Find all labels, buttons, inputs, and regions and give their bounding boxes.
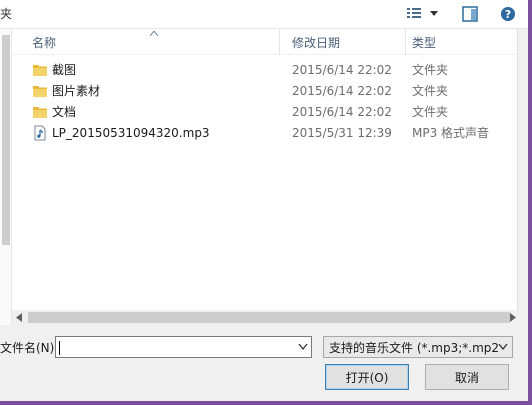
filetype-dropdown-button[interactable] [494,338,512,356]
svg-text:?: ? [505,8,511,21]
file-date: 2015/6/14 22:02 [292,84,392,98]
filename-label: 文件名(N): [0,341,59,355]
list-item[interactable]: LP_20150531094320.mp3 2015/5/31 12:39 MP… [12,123,517,144]
file-name: 图片素材 [52,84,101,98]
file-date: 2015/6/14 22:02 [292,63,392,77]
navigation-pane[interactable] [0,29,12,325]
chevron-down-icon [498,344,508,350]
audio-file-icon [34,125,46,141]
toolbar-label: 夹 [0,7,13,21]
window-frame-right [528,0,532,405]
preview-pane-icon [462,6,478,22]
folder-icon [33,107,47,118]
view-options-button[interactable] [404,4,424,24]
open-button[interactable]: 打开(O) [325,364,409,390]
cancel-button-label: 取消 [454,370,479,385]
file-name: 文档 [52,105,77,119]
column-header-name[interactable]: 名称 [12,29,280,55]
filetype-select[interactable]: 支持的音乐文件 (*.mp3;*.mp2 [323,336,513,358]
column-header-type[interactable]: 类型 [406,29,517,55]
filename-history-button[interactable] [293,337,313,357]
column-header-name-label: 名称 [32,35,57,50]
sort-ascending-icon [150,31,158,36]
horizontal-scrollbar-thumb[interactable] [28,312,510,323]
view-dropdown-button[interactable] [427,4,441,24]
filename-input[interactable] [55,336,312,358]
filetype-selected-value: 支持的音乐文件 (*.mp3;*.mp2 [329,340,500,355]
preview-pane-button[interactable] [459,4,481,24]
file-name: LP_20150531094320.mp3 [52,126,210,140]
toolbar: 夹 ? [0,0,532,29]
file-type: MP3 格式声音 [412,126,490,140]
column-header-date-label: 修改日期 [292,35,341,50]
help-button[interactable]: ? [497,4,519,24]
text-caret [59,341,60,355]
chevron-down-icon [430,11,438,16]
file-name: 截图 [52,63,77,77]
file-type: 文件夹 [412,105,449,119]
window-frame-bottom [0,401,532,405]
list-item[interactable]: 图片素材 2015/6/14 22:02 文件夹 [12,81,517,102]
list-view-icon [407,8,421,18]
file-date: 2015/5/31 12:39 [292,126,392,140]
list-item[interactable]: 截图 2015/6/14 22:02 文件夹 [12,60,517,81]
help-icon: ? [501,7,515,21]
file-list[interactable]: 名称 修改日期 类型 截图 2015/6/14 22:02 文件夹 图片素材 2… [12,29,517,310]
file-date: 2015/6/14 22:02 [292,105,392,119]
file-type: 文件夹 [412,84,449,98]
navigation-scrollbar-thumb[interactable] [2,35,10,245]
folder-icon [33,65,47,76]
column-header-date[interactable]: 修改日期 [280,29,406,55]
horizontal-scrollbar[interactable] [12,310,517,325]
file-type: 文件夹 [412,63,449,77]
chevron-down-icon [298,344,308,350]
scroll-left-icon[interactable] [15,313,23,322]
cancel-button[interactable]: 取消 [425,364,509,390]
open-button-label: 打开(O) [345,370,389,385]
column-header-type-label: 类型 [412,35,437,50]
column-header-row: 名称 修改日期 类型 [12,29,517,55]
scroll-right-icon[interactable] [509,313,517,322]
folder-icon [33,86,47,97]
list-item[interactable]: 文档 2015/6/14 22:02 文件夹 [12,102,517,123]
